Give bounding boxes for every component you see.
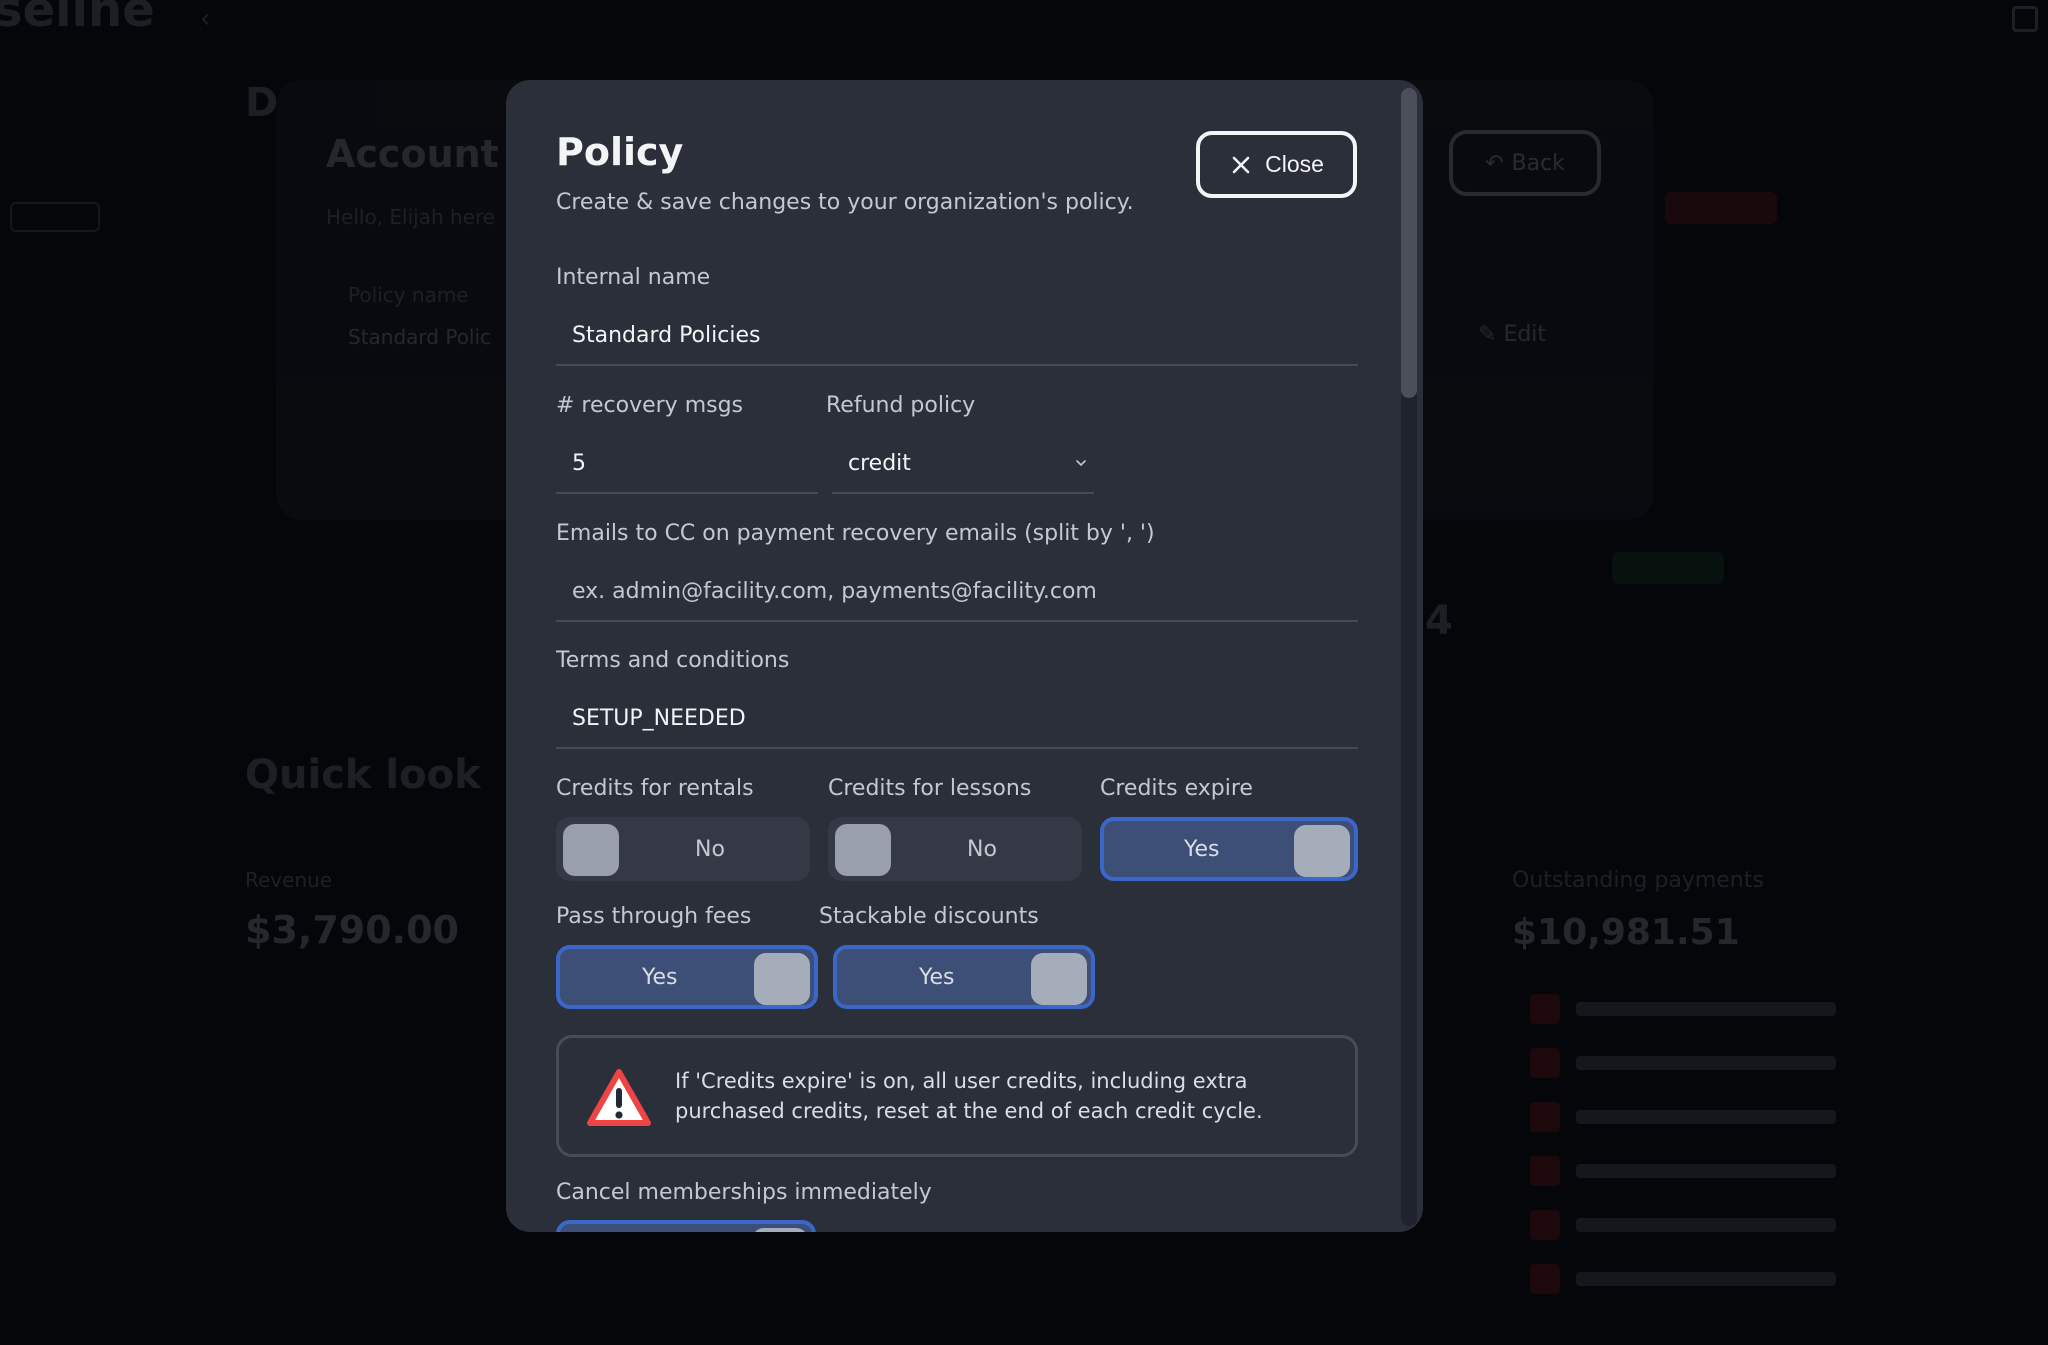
policy-name-label: Policy name	[348, 283, 469, 307]
account-subtitle: Hello, Elijah here	[326, 205, 496, 229]
credits-expire-notice: If 'Credits expire' is on, all user cred…	[556, 1035, 1358, 1157]
back-label: Back	[1511, 150, 1565, 176]
cc-emails-label: Emails to CC on payment recovery emails …	[556, 521, 1155, 546]
modal-scrollbar[interactable]	[1401, 88, 1417, 1226]
edit-label: Edit	[1503, 322, 1547, 347]
toggle-knob	[752, 1228, 808, 1232]
cancel-memberships-label: Cancel memberships immediately	[556, 1180, 932, 1205]
toggle-knob	[754, 953, 810, 1005]
credits-lessons-state: No	[967, 836, 997, 862]
pass-through-fees-label: Pass through fees	[556, 904, 752, 929]
terms-input[interactable]: SETUP_NEEDED	[556, 689, 1358, 749]
policy-modal: Policy Create & save changes to your org…	[506, 80, 1423, 1232]
internal-name-label: Internal name	[556, 265, 711, 290]
refund-policy-label: Refund policy	[826, 393, 976, 418]
credits-lessons-toggle[interactable]: No	[828, 817, 1082, 881]
modal-subtitle: Create & save changes to your organizati…	[556, 190, 1134, 215]
edit-button: ✎ Edit	[1478, 322, 1546, 347]
quick-look-heading: Quick look	[245, 752, 481, 798]
modal-title: Policy	[556, 130, 684, 174]
dashboard-heading: D	[245, 80, 279, 126]
chevron-down-icon	[1076, 460, 1086, 467]
pencil-icon: ✎	[1478, 322, 1504, 347]
warning-icon	[587, 1069, 651, 1126]
status-badge-green	[1612, 552, 1724, 584]
toggle-knob	[1294, 825, 1350, 877]
calendar-icon	[2012, 6, 2038, 32]
pass-through-fees-toggle[interactable]: Yes	[556, 945, 818, 1009]
cc-emails-input[interactable]: ex. admin@facility.com, payments@facilit…	[556, 562, 1358, 622]
credits-expire-label: Credits expire	[1100, 776, 1253, 801]
sidebar-pill	[10, 202, 100, 232]
app-logo: seline	[0, 0, 155, 38]
status-badge	[1665, 192, 1777, 224]
modal-content: Policy Create & save changes to your org…	[506, 80, 1403, 1232]
credits-rentals-state: No	[695, 836, 725, 862]
stackable-discounts-toggle[interactable]: Yes	[833, 945, 1095, 1009]
credits-lessons-label: Credits for lessons	[828, 776, 1032, 801]
top-bar-right	[2012, 6, 2038, 32]
terms-label: Terms and conditions	[556, 648, 790, 673]
credits-expire-toggle[interactable]: Yes	[1100, 817, 1358, 881]
cancel-memberships-toggle[interactable]	[556, 1220, 816, 1232]
credits-expire-state: Yes	[1184, 836, 1220, 862]
list-item	[1530, 1048, 2030, 1078]
scrollbar-thumb[interactable]	[1401, 88, 1417, 398]
list-item	[1530, 1264, 2030, 1294]
close-label: Close	[1265, 151, 1324, 177]
outstanding-value: $10,981.51	[1512, 912, 1740, 953]
toggle-knob	[563, 824, 619, 876]
collapse-sidebar-icon: ‹	[200, 4, 211, 34]
toggle-knob	[1031, 953, 1087, 1005]
stackable-discounts-label: Stackable discounts	[819, 904, 1039, 929]
credits-rentals-label: Credits for rentals	[556, 776, 754, 801]
back-icon: ↶	[1485, 150, 1504, 176]
list-item	[1530, 994, 2030, 1024]
close-icon	[1232, 156, 1250, 173]
internal-name-input[interactable]: Standard Policies	[556, 306, 1358, 366]
outstanding-label: Outstanding payments	[1512, 868, 1764, 893]
stackable-discounts-state: Yes	[919, 964, 955, 990]
credits-rentals-toggle[interactable]: No	[556, 817, 810, 881]
pass-through-fees-state: Yes	[642, 964, 678, 990]
list-item	[1530, 1210, 2030, 1240]
back-button: ↶ Back	[1449, 130, 1601, 196]
revenue-value: $3,790.00	[245, 908, 459, 952]
revenue-label: Revenue	[245, 868, 333, 892]
recovery-msgs-label: # recovery msgs	[556, 393, 744, 418]
sidebar	[0, 150, 140, 1345]
recovery-msgs-input[interactable]: 5	[556, 434, 818, 494]
policy-name-value: Standard Polic	[348, 325, 492, 349]
close-button[interactable]: Close	[1196, 131, 1357, 198]
member-count: 4	[1425, 598, 1453, 644]
toggle-knob	[835, 824, 891, 876]
notice-text: If 'Credits expire' is on, all user cred…	[675, 1069, 1263, 1123]
list-item	[1530, 1102, 2030, 1132]
refund-policy-select[interactable]: credit	[832, 434, 1094, 494]
refund-policy-value: credit	[848, 450, 911, 476]
list-item	[1530, 1156, 2030, 1186]
